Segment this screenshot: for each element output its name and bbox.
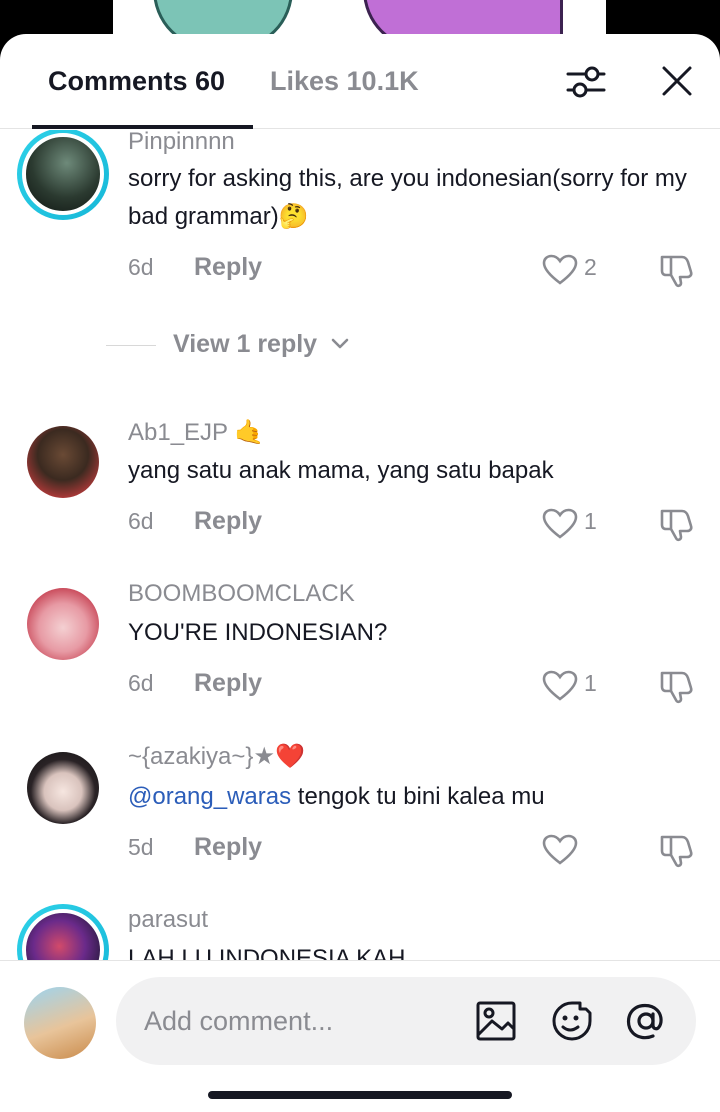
like-count: 2 <box>584 254 597 280</box>
comment-text: YOU'RE INDONESIAN? <box>128 619 388 646</box>
reply-button[interactable]: Reply <box>194 669 262 698</box>
comment-item: Ab1_EJP 🤙 yang satu anak mama, yang satu… <box>0 386 720 546</box>
avatar[interactable] <box>27 752 99 824</box>
filter-icon[interactable] <box>566 64 606 100</box>
dislike-icon[interactable] <box>658 832 694 868</box>
comment-age: 6d <box>128 670 154 696</box>
comment-text: @orang_waras tengok tu bini kalea mu <box>128 778 688 816</box>
my-avatar <box>24 987 96 1059</box>
reply-button[interactable]: Reply <box>194 507 262 536</box>
tab-likes[interactable]: Likes 10.1K <box>270 66 419 97</box>
comment-item: parasut LAH LU INDONESIA KAH <box>0 876 720 960</box>
comment-username[interactable]: Pinpinnnn <box>128 130 235 156</box>
tab-comments[interactable]: Comments 60 <box>48 66 225 97</box>
comment-list[interactable]: Pinpinnnn sorry for asking this, are you… <box>0 130 720 960</box>
chevron-down-icon <box>331 338 349 349</box>
comment-input[interactable] <box>144 999 464 1043</box>
avatar[interactable] <box>27 426 99 498</box>
divider <box>106 345 156 346</box>
avatar[interactable] <box>17 904 109 960</box>
avatar[interactable] <box>27 588 99 660</box>
comment-age: 5d <box>128 834 154 860</box>
comment-text: LAH LU INDONESIA KAH <box>128 945 406 960</box>
comment-text-body: tengok tu bini kalea mu <box>291 783 545 810</box>
mention-link[interactable]: @orang_waras <box>128 783 291 810</box>
like-count: 1 <box>584 508 597 534</box>
comment-text: yang satu anak mama, yang satu bapak <box>128 457 554 484</box>
reply-button[interactable]: Reply <box>194 833 262 862</box>
sheet-header: Comments 60 Likes 10.1K <box>0 34 720 129</box>
heart-icon[interactable] <box>542 508 578 540</box>
comment-text: sorry for asking this, are you indonesia… <box>128 165 687 230</box>
heart-icon[interactable] <box>542 254 578 286</box>
close-icon[interactable] <box>660 64 694 98</box>
comments-sheet: Comments 60 Likes 10.1K Pinpinnnn sorry … <box>0 34 720 1112</box>
at-icon[interactable] <box>624 999 668 1043</box>
heart-icon[interactable] <box>542 834 578 866</box>
comment-username[interactable]: BOOMBOOMCLACK <box>128 580 355 608</box>
comment-age: 6d <box>128 254 154 280</box>
reply-button[interactable]: Reply <box>194 253 262 282</box>
comment-item: ~{azakiya~}★❤️ @orang_waras tengok tu bi… <box>0 712 720 872</box>
active-tab-indicator <box>32 125 253 129</box>
comment-age: 6d <box>128 508 154 534</box>
heart-icon[interactable] <box>542 670 578 702</box>
comment-composer <box>0 960 720 1112</box>
image-icon[interactable] <box>474 999 518 1043</box>
dislike-icon[interactable] <box>658 668 694 704</box>
comment-username[interactable]: Ab1_EJP 🤙 <box>128 418 264 447</box>
dislike-icon[interactable] <box>658 252 694 288</box>
comment-input-wrapper[interactable] <box>116 977 696 1065</box>
dislike-icon[interactable] <box>658 506 694 542</box>
home-indicator <box>208 1091 512 1099</box>
comment-username[interactable]: ~{azakiya~}★❤️ <box>128 742 305 771</box>
like-count: 1 <box>584 670 597 696</box>
avatar[interactable] <box>17 130 109 220</box>
emoji-icon[interactable] <box>550 999 594 1043</box>
view-replies-button[interactable]: View 1 reply <box>106 326 406 366</box>
view-replies-label: View 1 reply <box>173 330 318 358</box>
comment-item: BOOMBOOMCLACK YOU'RE INDONESIAN? 6d Repl… <box>0 548 720 708</box>
comment-username[interactable]: parasut <box>128 906 208 934</box>
